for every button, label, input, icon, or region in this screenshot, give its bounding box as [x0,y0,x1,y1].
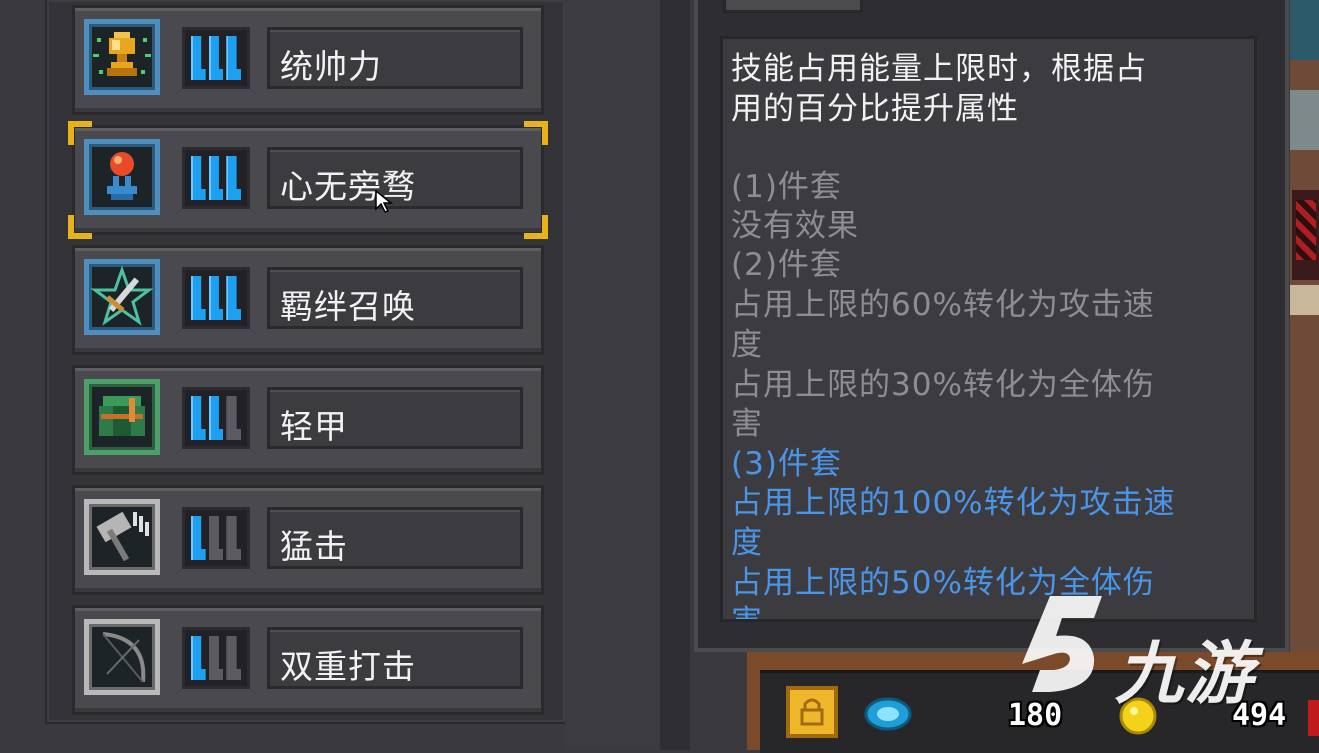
set1-effect: 没有效果 [731,208,859,244]
bow-icon [84,619,160,695]
background-scene [1290,285,1319,315]
skill-name-box: 猛击 [267,507,523,569]
level-pip [208,36,224,80]
level-pip [191,36,206,80]
set3-effect: 占用上限的100%转化为攻击速 [731,485,1176,521]
sword-star-icon [84,259,160,335]
level-pip [208,516,224,560]
skill-row-jibanzhaohuan[interactable]: 羁绊召唤 [72,245,544,355]
hammer-icon [84,499,160,575]
background-scene [1308,700,1319,736]
set2-effect: 占用上限的30%转化为全体伤 [731,367,1155,403]
skill-name: 双重打击 [280,647,416,686]
level-pip [208,156,224,200]
skill-name-box: 羁绊召唤 [267,267,523,329]
tooltip-content: 技能占用能量上限时，根据占 用的百分比提升属性 (1)件套 没有效果 (2)件套… [720,36,1257,622]
level-indicator [182,267,250,329]
set2-title: (2)件套 [731,247,842,283]
skill-name-box: 双重打击 [267,627,523,689]
skill-name: 羁绊召唤 [280,287,416,326]
skill-row-mengji[interactable]: 猛击 [72,485,544,595]
level-pip [208,396,224,440]
set2-effect: 占用上限的60%转化为攻击速 [731,287,1155,323]
set1-title: (1)件套 [731,169,842,205]
tooltip-description: 用的百分比提升属性 [731,91,1019,127]
background-scene [1290,0,1319,60]
skill-name: 轻甲 [280,407,348,446]
skill-row-qingjia[interactable]: 轻甲 [72,365,544,475]
level-pip [191,636,206,680]
level-pip [226,276,242,320]
set2-effect: 害 [731,406,763,442]
level-indicator [182,387,250,449]
set3-effect: 害 [731,604,763,622]
background-scene [1290,90,1319,150]
set3-title: (3)件套 [731,446,842,482]
level-pip [226,156,242,200]
skill-name-box: 轻甲 [267,387,523,449]
panel-divider [565,0,660,750]
skill-list-panel: 统帅力 心无旁骛 羁绊召唤 轻甲 猛击 双重打击 [45,0,567,724]
mouse-cursor-icon [375,190,393,213]
skill-row-tongshuaili[interactable]: 统帅力 [72,5,544,115]
gem-icon [864,697,912,731]
level-pip [191,156,206,200]
selection-corner [68,215,92,239]
skill-name-box: 统帅力 [267,27,523,89]
level-pip [208,636,224,680]
background-scene [1292,190,1319,280]
skill-name-box: 心无旁骛 [267,147,523,209]
level-pip [226,36,242,80]
skill-name: 统帅力 [280,47,382,86]
skill-name: 心无旁骛 [280,167,416,206]
skill-row-xinwupangwu[interactable]: 心无旁骛 [68,121,548,239]
level-indicator [182,627,250,689]
level-pip [226,396,242,440]
watermark-text: 九游 [1115,635,1256,714]
level-indicator [182,507,250,569]
panel-divider [660,0,690,750]
level-pip [191,276,206,320]
selection-corner [524,215,548,239]
tooltip-description: 技能占用能量上限时，根据占 [731,51,1147,87]
level-pip [191,516,206,560]
gem-count: 180 [1008,698,1063,733]
lock-icon [800,698,824,726]
orb-pedestal-icon [84,139,160,215]
level-pip [226,636,242,680]
set2-effect: 度 [731,327,763,363]
tooltip-tab [723,0,863,13]
level-pip [226,516,242,560]
level-indicator [182,27,250,89]
lock-button[interactable] [786,686,838,738]
watermark-logo-icon [1022,596,1102,692]
level-pip [208,276,224,320]
light-armor-icon [84,379,160,455]
skill-row-shuangzhongdaji[interactable]: 双重打击 [72,605,544,715]
level-indicator [182,147,250,209]
trophy-icon [84,19,160,95]
level-pip [191,396,206,440]
set3-effect: 度 [731,525,763,561]
skill-name: 猛击 [280,527,348,566]
